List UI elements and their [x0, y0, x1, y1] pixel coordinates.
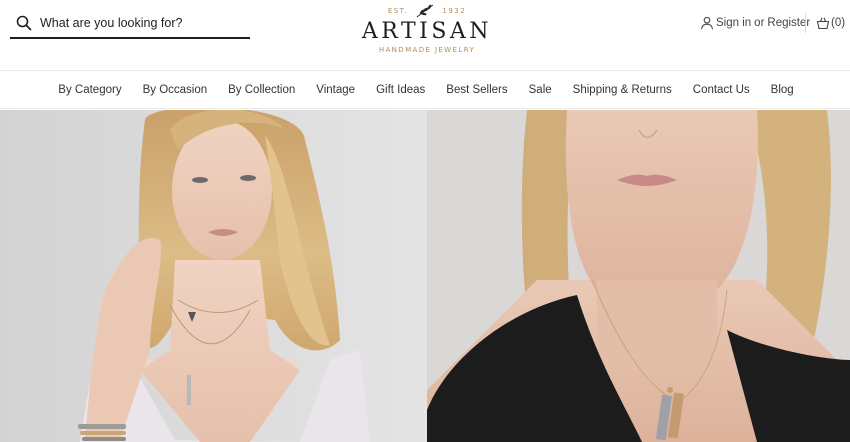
nav-item-by-collection[interactable]: By Collection [228, 84, 295, 96]
hero-banner[interactable] [0, 110, 850, 442]
nav-item-sale[interactable]: Sale [529, 84, 552, 96]
user-icon [700, 16, 714, 30]
nav-item-contact-us[interactable]: Contact Us [693, 84, 750, 96]
account-or-text: or [754, 17, 765, 29]
cart-button[interactable]: (0) [816, 14, 845, 32]
register-link[interactable]: Register [767, 17, 810, 29]
site-header: EST. 1932 ARTISAN HANDMADE JEWELRY Sign … [0, 0, 850, 70]
bag-icon [816, 17, 830, 30]
nav-item-vintage[interactable]: Vintage [316, 84, 355, 96]
logo-est-label: EST. [387, 7, 409, 15]
search-input[interactable] [40, 15, 250, 30]
search-icon[interactable] [14, 13, 34, 33]
header-divider [805, 13, 806, 33]
hero-image-right[interactable] [427, 110, 850, 442]
nav-item-blog[interactable]: Blog [771, 84, 794, 96]
leaf-icon [417, 4, 434, 18]
logo-year-label: 1932 [442, 7, 467, 15]
logo-wordmark: ARTISAN [361, 19, 493, 44]
brand-logo[interactable]: EST. 1932 ARTISAN HANDMADE JEWELRY [352, 2, 502, 62]
logo-tagline: HANDMADE JEWELRY [378, 46, 476, 54]
account-links: Sign in or Register [700, 14, 810, 32]
main-navigation: By Category By Occasion By Collection Vi… [0, 70, 850, 109]
nav-item-by-category[interactable]: By Category [58, 84, 121, 96]
search-bar [10, 8, 250, 39]
nav-item-best-sellers[interactable]: Best Sellers [446, 84, 507, 96]
nav-item-by-occasion[interactable]: By Occasion [143, 84, 208, 96]
cart-count: (0) [831, 17, 846, 29]
sign-in-link[interactable]: Sign in [716, 17, 751, 29]
hero-image-left[interactable] [0, 110, 427, 442]
nav-item-gift-ideas[interactable]: Gift Ideas [376, 84, 425, 96]
nav-item-shipping-returns[interactable]: Shipping & Returns [573, 84, 672, 96]
